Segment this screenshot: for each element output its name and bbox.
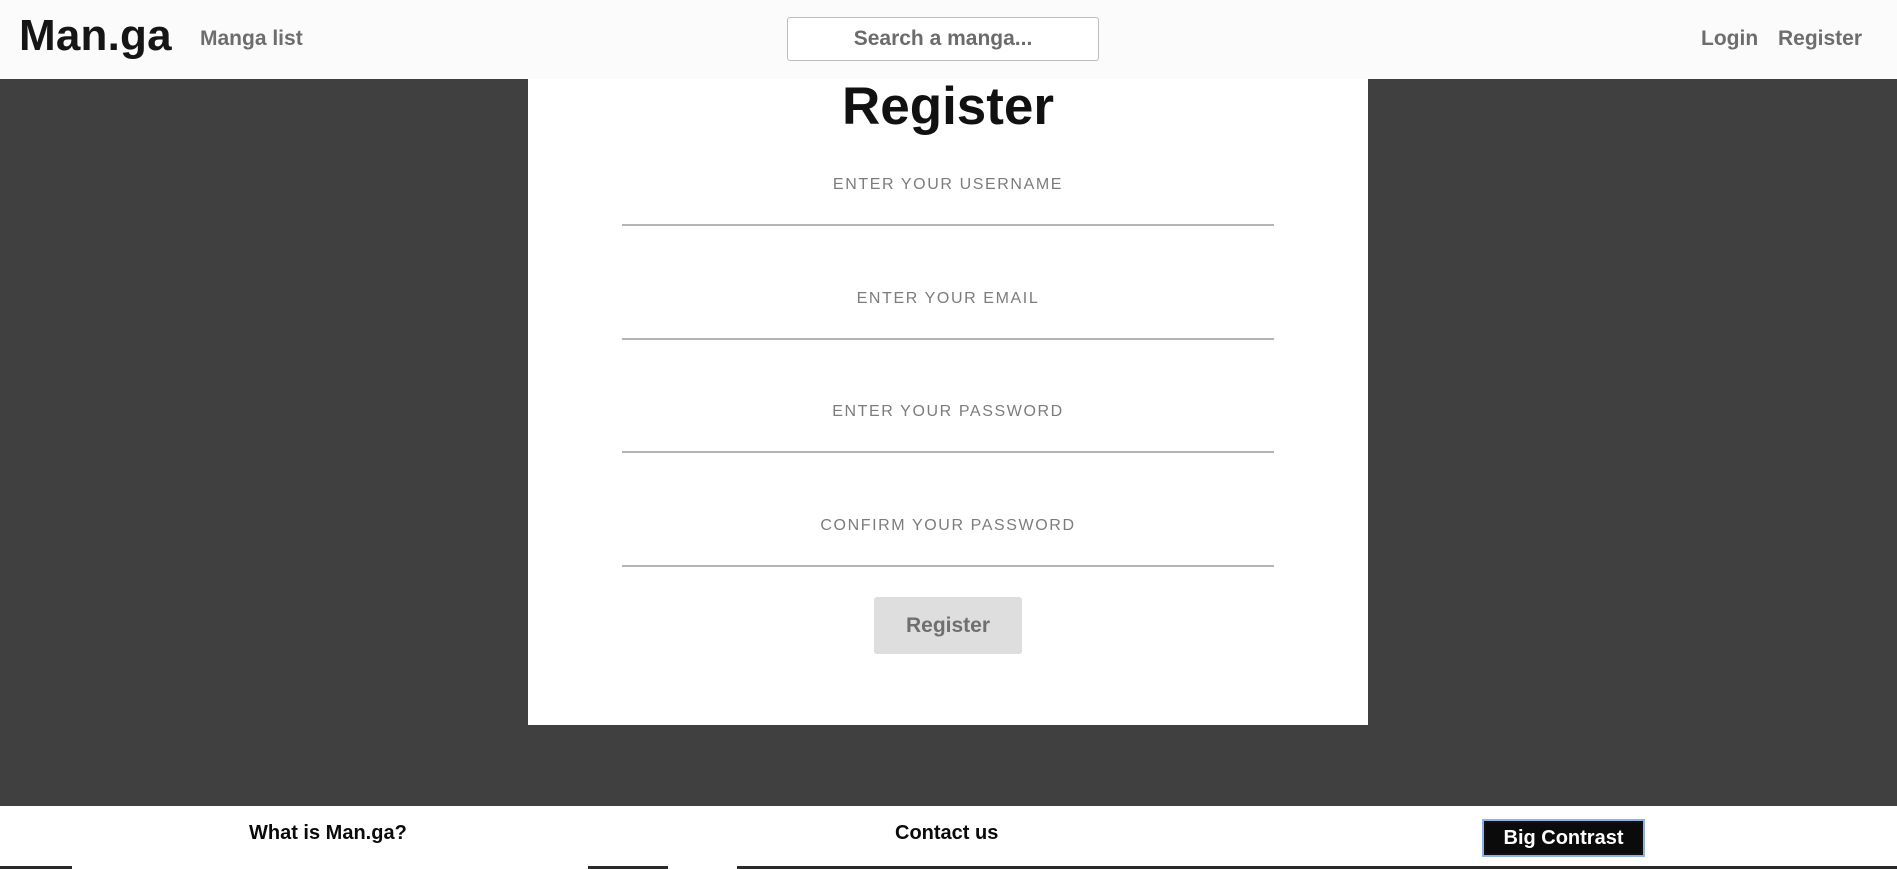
nav-register-link[interactable]: Register: [1778, 26, 1862, 52]
register-card: Register Register: [528, 42, 1368, 725]
footer-what-is-link[interactable]: What is Man.ga?: [249, 821, 407, 845]
register-submit-button[interactable]: Register: [874, 597, 1022, 654]
search-input[interactable]: [787, 17, 1099, 61]
confirm-password-field-wrapper: [622, 509, 1274, 569]
nav-login-link[interactable]: Login: [1701, 26, 1758, 52]
password-input[interactable]: [622, 395, 1274, 453]
email-field-wrapper: [622, 282, 1274, 342]
big-contrast-button[interactable]: Big Contrast: [1482, 819, 1645, 857]
username-field-wrapper: [622, 168, 1274, 228]
nav-manga-list-link[interactable]: Manga list: [200, 26, 303, 52]
username-input[interactable]: [622, 168, 1274, 226]
password-field-wrapper: [622, 395, 1274, 455]
email-input[interactable]: [622, 282, 1274, 340]
top-navbar: Man.ga Manga list Login Register: [0, 0, 1897, 79]
footer: What is Man.ga? Contact us Big Contrast: [0, 806, 1897, 869]
brand-logo[interactable]: Man.ga: [19, 11, 172, 61]
confirm-password-input[interactable]: [622, 509, 1274, 567]
footer-contact-link[interactable]: Contact us: [895, 821, 998, 845]
